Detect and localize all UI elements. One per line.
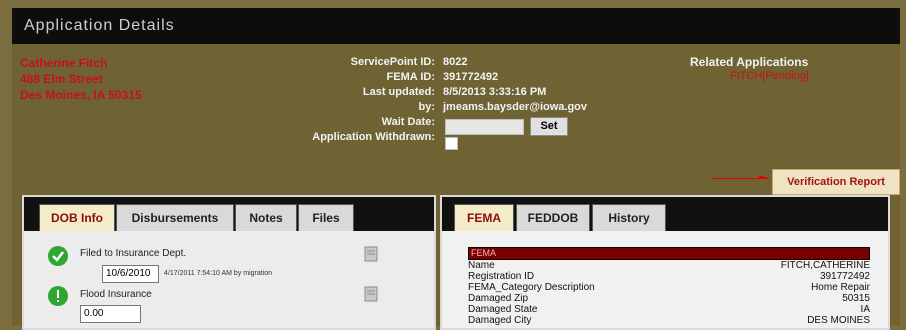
row-key: Name bbox=[468, 260, 495, 271]
meta-values: 8022 391772492 8/5/2013 3:33:16 PM jmeam… bbox=[443, 55, 587, 115]
meta-labels: ServicePoint ID: FEMA ID: Last updated: … bbox=[295, 55, 435, 145]
fema-card: FEMA FEDDOB History FEMA Name FITCH,CATH… bbox=[440, 195, 890, 330]
document-icon[interactable] bbox=[364, 246, 378, 262]
table-row: Registration ID 391772492 bbox=[468, 271, 870, 282]
window-title: Application Details bbox=[24, 17, 175, 34]
dob-card: DOB Info Disbursements Notes Files Filed… bbox=[22, 195, 436, 330]
row-value: Home Repair bbox=[811, 282, 870, 293]
row-value: 391772492 bbox=[819, 271, 870, 282]
updated-by-value: jmeams.baysder@iowa.gov bbox=[443, 101, 588, 113]
flood-insurance-field[interactable]: 0.00 bbox=[80, 305, 141, 323]
tab-files[interactable]: Files bbox=[298, 204, 354, 233]
fema-header-label: FEMA bbox=[471, 248, 497, 258]
applicant-street: 488 Elm Street bbox=[20, 72, 103, 86]
related-applications-title: Related Applications bbox=[690, 55, 809, 69]
title-bar: Application Details bbox=[12, 8, 900, 44]
withdrawn-checkbox[interactable] bbox=[445, 137, 458, 150]
row-key: Damaged State bbox=[468, 304, 538, 315]
row-value: FITCH,CATHERINE bbox=[780, 260, 870, 271]
fema-id-label: FEMA ID: bbox=[386, 71, 435, 83]
tab-dob-info[interactable]: DOB Info bbox=[39, 204, 115, 233]
row-key: Damaged City bbox=[468, 315, 532, 326]
wait-date-label: Wait Date: bbox=[381, 116, 435, 128]
dob-body: Filed to Insurance Dept. 10/6/2010 4/17/… bbox=[24, 231, 434, 328]
last-updated-value: 8/5/2013 3:33:16 PM bbox=[443, 86, 547, 98]
item-label: Filed to Insurance Dept. bbox=[80, 248, 187, 259]
row-value: DES MOINES bbox=[807, 315, 870, 326]
document-icon[interactable] bbox=[364, 286, 378, 302]
table-row: Damaged Zip 50315 bbox=[468, 293, 870, 304]
item-note: 4/17/2011 7:54:10 AM by migration bbox=[164, 270, 273, 277]
status-check-icon bbox=[48, 246, 68, 266]
withdrawn-label: Application Withdrawn: bbox=[312, 131, 435, 143]
row-value: IA bbox=[860, 304, 870, 315]
item-label: Flood Insurance bbox=[80, 289, 152, 300]
servicepoint-value: 8022 bbox=[443, 56, 468, 68]
left-tabstrip: DOB Info Disbursements Notes Files bbox=[24, 197, 434, 233]
applicant-city: Des Moines, IA 50315 bbox=[20, 88, 142, 102]
related-application-link[interactable]: FITCH[Pending] bbox=[730, 70, 809, 82]
table-row: Name FITCH,CATHERINE bbox=[468, 260, 870, 271]
tab-disbursements[interactable]: Disbursements bbox=[116, 204, 234, 233]
fema-body: FEMA Name FITCH,CATHERINE Registration I… bbox=[442, 231, 888, 328]
tab-history[interactable]: History bbox=[592, 204, 666, 233]
tab-notes[interactable]: Notes bbox=[235, 204, 297, 233]
fema-id-value: 391772492 bbox=[443, 71, 499, 83]
status-alert-icon bbox=[48, 286, 68, 306]
fema-section-header: FEMA bbox=[468, 247, 870, 260]
servicepoint-label: ServicePoint ID: bbox=[350, 56, 435, 68]
last-updated-label: Last updated: bbox=[362, 86, 435, 98]
applicant-name: Catherine Fitch bbox=[20, 56, 108, 70]
table-row: FEMA_Category Description Home Repair bbox=[468, 282, 870, 293]
verification-report-button[interactable]: Verification Report bbox=[772, 169, 900, 195]
arrow-icon bbox=[711, 175, 771, 179]
table-row: Damaged City DES MOINES bbox=[468, 315, 870, 326]
right-tabstrip: FEMA FEDDOB History bbox=[442, 197, 888, 233]
row-key: Registration ID bbox=[468, 271, 535, 282]
row-key: Damaged Zip bbox=[468, 293, 529, 304]
wait-date-input[interactable] bbox=[445, 119, 524, 135]
row-value: 50315 bbox=[842, 293, 870, 304]
tab-fema[interactable]: FEMA bbox=[454, 204, 514, 233]
table-row: Damaged State IA bbox=[468, 304, 870, 315]
row-key: FEMA_Category Description bbox=[468, 282, 595, 293]
set-button[interactable]: Set bbox=[530, 117, 568, 136]
filed-date-field[interactable]: 10/6/2010 bbox=[102, 265, 159, 283]
applicant-address: Catherine Fitch 488 Elm Street Des Moine… bbox=[20, 55, 142, 103]
tab-feddob[interactable]: FEDDOB bbox=[516, 204, 590, 233]
updated-by-label: by: bbox=[418, 101, 436, 113]
